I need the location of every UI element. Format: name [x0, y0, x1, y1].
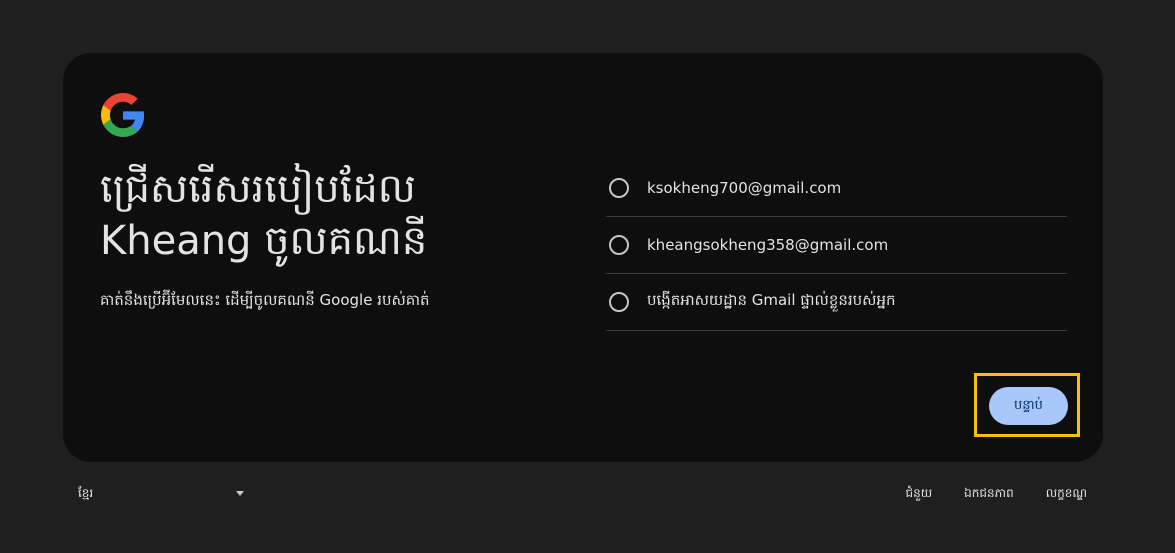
language-select[interactable]: ខ្មែរ: [63, 478, 253, 510]
option-label: ksokheng700@gmail.com: [647, 179, 842, 197]
title-line-2: Kheang ចូលគណនី: [100, 218, 428, 264]
footer-links: ជំនួយ ឯកជនភាព លក្ខខណ្ឌ: [906, 478, 1088, 510]
account-options: ksokheng700@gmail.com kheangsokheng358@g…: [606, 160, 1067, 331]
radio-unchecked-icon[interactable]: [609, 292, 629, 312]
next-button[interactable]: បន្ទាប់: [989, 387, 1068, 425]
radio-unchecked-icon[interactable]: [609, 178, 629, 198]
radio-unchecked-icon[interactable]: [609, 235, 629, 255]
language-label: ខ្មែរ: [78, 486, 94, 500]
google-logo-icon: [101, 93, 145, 137]
option-label: kheangsokheng358@gmail.com: [647, 236, 889, 254]
option-account-1[interactable]: ksokheng700@gmail.com: [606, 160, 1067, 217]
title-line-1: ជ្រើសរើសរបៀបដែល: [100, 166, 416, 212]
page-title: ជ្រើសរើសរបៀបដែល Kheang ចូលគណនី: [100, 163, 540, 267]
privacy-link[interactable]: ឯកជនភាព: [964, 485, 1014, 503]
signin-card: ជ្រើសរើសរបៀបដែល Kheang ចូលគណនី គាត់នឹងប្…: [63, 53, 1103, 462]
footer: ខ្មែរ ជំនួយ ឯកជនភាព លក្ខខណ្ឌ: [63, 478, 1103, 510]
option-label: បង្កើតអាសយដ្ឋាន Gmail ផ្ទាល់ខ្លួនរបស់អ្ន…: [647, 291, 896, 309]
chevron-down-icon: [236, 491, 244, 496]
terms-link[interactable]: លក្ខខណ្ឌ: [1046, 485, 1087, 503]
option-account-2[interactable]: kheangsokheng358@gmail.com: [606, 217, 1067, 274]
help-link[interactable]: ជំនួយ: [906, 485, 933, 503]
option-create-gmail[interactable]: បង្កើតអាសយដ្ឋាន Gmail ផ្ទាល់ខ្លួនរបស់អ្ន…: [606, 274, 1067, 331]
page-subtitle: គាត់នឹងប្រើអ៊ីមែលនេះ ដើម្បីចូលគណនី Googl…: [100, 291, 430, 309]
